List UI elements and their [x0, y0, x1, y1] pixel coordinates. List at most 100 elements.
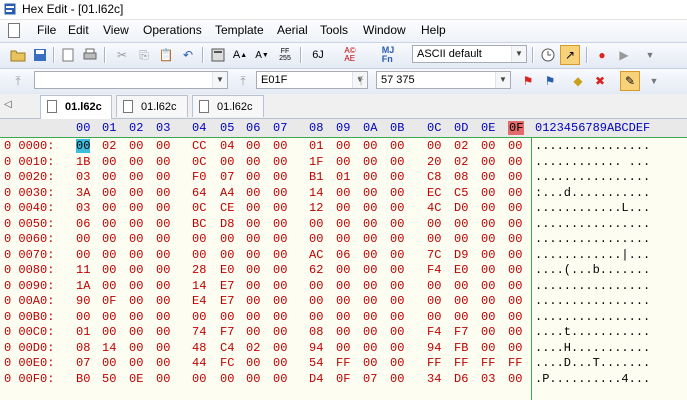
ascii-text[interactable]: ................ — [535, 279, 650, 293]
ascii-text[interactable]: ............|... — [535, 248, 650, 262]
hex-row[interactable]: 0 00A0: 90 0F 00 00 E4 E7 00 00 00 00 00 00 00 00 00 00.… — [0, 293, 687, 308]
hex-byte[interactable]: 00 — [273, 372, 287, 386]
hex-byte[interactable]: 00 — [273, 139, 287, 153]
hex-byte[interactable]: 00 — [246, 356, 260, 370]
hex-byte[interactable]: D8 — [220, 217, 234, 231]
hex-byte[interactable]: FF — [427, 356, 441, 370]
hex-byte[interactable]: 00 — [481, 186, 495, 200]
hex-byte[interactable]: 00 — [129, 279, 143, 293]
hex-byte[interactable]: 00 — [192, 232, 206, 246]
hex-byte[interactable]: 00 — [273, 341, 287, 355]
hex-byte[interactable]: 00 — [481, 341, 495, 355]
menu-tools[interactable]: Tools — [320, 23, 348, 37]
hex-byte[interactable]: 00 — [129, 356, 143, 370]
ascii-text[interactable]: ....(...b....... — [535, 263, 650, 277]
bookmark-flag-icon[interactable]: ⚑ — [518, 71, 538, 91]
hex-byte[interactable]: 00 — [102, 201, 116, 215]
hex-byte[interactable]: 00 — [273, 186, 287, 200]
hex-byte[interactable]: 00 — [508, 201, 522, 215]
hex-byte[interactable]: 00 — [246, 248, 260, 262]
hex-row[interactable]: 0 00D0: 08 14 00 00 48 C4 02 00 94 00 00 00 94 FB 00 00.… — [0, 340, 687, 355]
hex-byte[interactable]: 00 — [129, 170, 143, 184]
ascii-text[interactable]: ................ — [535, 294, 650, 308]
hex-byte[interactable]: 03 — [76, 201, 90, 215]
hex-byte[interactable]: 00 — [508, 325, 522, 339]
calculator-icon[interactable] — [208, 45, 228, 65]
hex-byte[interactable]: 02 — [102, 139, 116, 153]
hex-byte[interactable]: 00 — [390, 186, 404, 200]
hex-byte[interactable]: 07 — [363, 372, 377, 386]
hex-row[interactable]: 0 0090: 1A 00 00 00 14 E7 00 00 00 00 00 00 00 00 00 00.… — [0, 278, 687, 293]
hex-byte[interactable]: 00 — [246, 325, 260, 339]
hex-byte[interactable]: 00 — [508, 279, 522, 293]
print-preview-icon[interactable] — [58, 45, 78, 65]
hex-byte[interactable]: 00 — [273, 294, 287, 308]
value-field[interactable]: 57 375 ▼ — [376, 71, 511, 89]
hex-editor-view[interactable]: 00 01 02 03 04 05 06 07 08 09 0A 0B 0C 0D 0E 0F 01234567… — [0, 119, 687, 400]
hex-byte[interactable]: 00 — [508, 263, 522, 277]
hex-view-icon[interactable]: FF 255 — [275, 45, 295, 65]
hex-byte[interactable]: D6 — [454, 372, 468, 386]
hex-byte[interactable]: 00 — [156, 201, 170, 215]
hex-byte[interactable]: 00 — [129, 263, 143, 277]
hex-byte[interactable]: 00 — [481, 155, 495, 169]
hex-byte[interactable]: 00 — [273, 232, 287, 246]
hex-byte[interactable]: 07 — [220, 170, 234, 184]
hex-byte[interactable]: 00 — [363, 263, 377, 277]
menu-window[interactable]: Window — [363, 23, 406, 37]
hex-byte[interactable]: 00 — [220, 232, 234, 246]
hex-byte[interactable]: 54 — [309, 356, 323, 370]
hex-byte[interactable]: 0F — [102, 294, 116, 308]
hex-byte[interactable]: 74 — [192, 325, 206, 339]
hex-byte[interactable]: 08 — [76, 341, 90, 355]
hex-byte[interactable]: 00 — [390, 139, 404, 153]
hex-byte[interactable]: 14 — [192, 279, 206, 293]
hex-byte[interactable]: 00 — [129, 248, 143, 262]
hex-byte[interactable]: 00 — [246, 294, 260, 308]
hex-byte[interactable]: 00 — [336, 279, 350, 293]
hex-byte[interactable]: 02 — [454, 155, 468, 169]
hex-byte[interactable]: 00 — [129, 139, 143, 153]
hex-byte[interactable]: 00 — [246, 139, 260, 153]
hex-byte[interactable]: 00 — [309, 217, 323, 231]
hex-byte[interactable]: 00 — [102, 170, 116, 184]
hex-byte[interactable]: 34 — [427, 372, 441, 386]
hex-byte[interactable]: 06 — [336, 248, 350, 262]
hex-byte[interactable]: 00 — [129, 186, 143, 200]
hex-byte[interactable]: B1 — [309, 170, 323, 184]
hex-byte[interactable]: 00 — [309, 279, 323, 293]
ascii-text[interactable]: ............L... — [535, 201, 650, 215]
hex-byte[interactable]: 00 — [390, 232, 404, 246]
hex-byte[interactable]: 00 — [273, 248, 287, 262]
print-icon[interactable] — [80, 45, 100, 65]
hex-byte[interactable]: 00 — [246, 186, 260, 200]
hex-byte[interactable]: 14 — [102, 341, 116, 355]
hex-byte[interactable]: 00 — [336, 186, 350, 200]
hex-byte[interactable]: 00 — [309, 310, 323, 324]
hex-byte[interactable]: 08 — [309, 325, 323, 339]
hex-byte[interactable]: 00 — [220, 248, 234, 262]
hex-byte[interactable]: 00 — [273, 325, 287, 339]
hex-row[interactable]: 0 00B0: 00 00 00 00 00 00 00 00 00 00 00 00 00 00 00 00.… — [0, 309, 687, 324]
hex-byte[interactable]: FF — [336, 356, 350, 370]
menu-file[interactable]: File — [37, 23, 56, 37]
hex-byte[interactable]: 00 — [156, 186, 170, 200]
hex-byte[interactable]: 08 — [454, 170, 468, 184]
hex-byte[interactable]: 00 — [336, 341, 350, 355]
tab-scroll-left-icon[interactable]: ◁ — [4, 99, 12, 110]
hex-byte[interactable]: 00 — [363, 232, 377, 246]
hex-byte[interactable]: 00 — [156, 139, 170, 153]
font-increase-icon[interactable]: A ▲ — [230, 45, 250, 65]
hex-byte[interactable]: D4 — [309, 372, 323, 386]
record-macro-icon[interactable]: ● — [592, 45, 612, 65]
hex-byte[interactable]: 94 — [309, 341, 323, 355]
copy-icon[interactable]: ⎘ — [134, 45, 154, 65]
tab-document-1[interactable]: 01.l62c — [40, 95, 112, 119]
document-menu-icon[interactable] — [8, 23, 20, 38]
hex-byte[interactable]: 00 — [481, 294, 495, 308]
menu-operations[interactable]: Operations — [143, 23, 202, 37]
hex-byte[interactable]: 11 — [76, 263, 90, 277]
hex-byte[interactable]: 1F — [309, 155, 323, 169]
hex-byte[interactable]: 00 — [246, 232, 260, 246]
next-bookmark-icon[interactable]: ⚑ — [540, 71, 560, 91]
